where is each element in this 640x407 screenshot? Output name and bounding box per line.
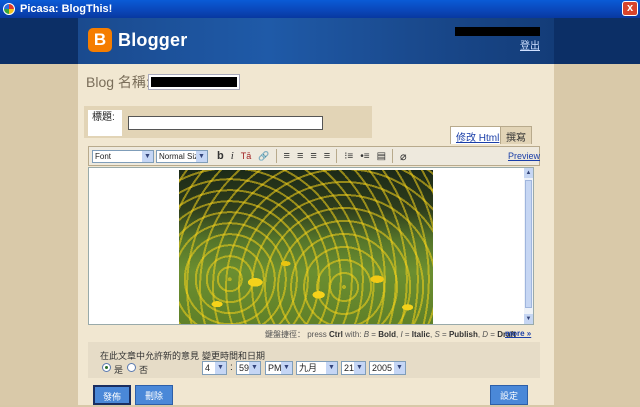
chevron-down-icon: ▼ [196, 150, 207, 162]
blog-name-select[interactable] [148, 74, 240, 90]
shortcut-d-key: D [482, 330, 489, 339]
comments-yes-label: 是 [114, 365, 124, 375]
redacted-blog-name [151, 77, 237, 87]
keyboard-shortcuts-hint: 鍵盤捷徑： press Ctrl with: B = Bold, I = Ita… [265, 330, 516, 339]
post-title-input[interactable] [128, 116, 323, 130]
chevron-down-icon: ▼ [394, 362, 405, 374]
shortcut-i-key: I [400, 330, 403, 339]
blockquote-button[interactable]: ▤ [377, 151, 386, 162]
shortcut-b-action: Bold [378, 330, 396, 339]
size-select[interactable]: Normal Size ▼ [156, 149, 208, 163]
shortcut-s-action: Publish [448, 330, 478, 339]
chevron-down-icon: ▼ [281, 362, 292, 374]
more-shortcuts-link[interactable]: more » [505, 329, 531, 338]
blogger-logo: B Blogger [88, 28, 187, 52]
editor-scrollbar[interactable]: ▲ ▼ [524, 168, 533, 324]
blogger-logo-icon: B [88, 28, 112, 52]
shortcuts-ctrl: Ctrl [329, 330, 343, 339]
shortcut-s-key: S [434, 330, 440, 339]
publish-button[interactable]: 發佈 [93, 385, 131, 405]
bullet-list-button[interactable]: •≡ [360, 151, 369, 162]
numbered-list-button[interactable]: ⁝≡ [344, 151, 353, 162]
bold-button[interactable]: b [217, 150, 224, 162]
tab-compose[interactable]: 撰寫 [500, 126, 532, 144]
time-separator: : [230, 362, 233, 373]
chevron-down-icon: ▼ [326, 362, 337, 374]
toolbar-divider [275, 149, 277, 163]
post-editor[interactable] [88, 167, 534, 325]
ampm-value: PM [268, 363, 282, 373]
blogger-brand: Blogger [118, 29, 188, 50]
remove-format-button[interactable]: ⌀ [400, 150, 407, 163]
shortcuts-with: with: [345, 330, 362, 339]
redacted-username [455, 27, 540, 36]
align-center-button[interactable]: ≡ [297, 150, 303, 162]
minute-value: 59 [239, 363, 250, 373]
preview-link[interactable]: Preview [508, 151, 540, 161]
chevron-down-icon: ▼ [249, 362, 260, 374]
blog-name-label: Blog 名稱: [86, 74, 150, 90]
align-justify-button[interactable]: ≡ [324, 150, 330, 162]
right-margin [554, 18, 640, 405]
year-value: 2005 [372, 363, 393, 373]
ampm-select[interactable]: PM ▼ [265, 361, 293, 375]
scroll-thumb[interactable] [525, 180, 532, 308]
toolbar-divider [392, 149, 394, 163]
chevron-down-icon: ▼ [354, 362, 365, 374]
scroll-up-arrow-icon[interactable]: ▲ [524, 168, 533, 178]
shortcut-b-key: B [363, 330, 370, 339]
year-select[interactable]: 2005 ▼ [369, 361, 406, 375]
comments-yes-radio[interactable] [102, 363, 111, 372]
tab-edit-html[interactable]: 修改 Html [450, 126, 506, 144]
scroll-down-arrow-icon[interactable]: ▼ [524, 314, 533, 324]
shortcut-i-action: Italic [411, 330, 431, 339]
left-margin [0, 18, 78, 405]
chevron-down-icon: ▼ [215, 362, 226, 374]
font-select-value: Font [95, 151, 112, 161]
logout-link[interactable]: 登出 [520, 37, 540, 52]
hour-value: 4 [205, 363, 211, 373]
month-value: 九月 [299, 363, 318, 373]
post-title-label: 標題: [88, 110, 122, 136]
picasa-app-icon [3, 3, 15, 15]
settings-button[interactable]: 設定 [490, 385, 528, 405]
day-select[interactable]: 21 ▼ [341, 361, 366, 375]
editor-toolbar: Font ▼ Normal Size ▼ b i Tā 🔗 ≡ ≡ ≡ ≡ ⁝≡… [88, 146, 540, 166]
hour-select[interactable]: 4 ▼ [202, 361, 227, 375]
toolbar-divider [336, 149, 338, 163]
day-value: 21 [344, 363, 355, 373]
chevron-down-icon: ▼ [142, 150, 153, 162]
window-titlebar: Picasa: BlogThis! x [0, 0, 640, 18]
comments-label: 在此文章中允許新的意見 [100, 351, 200, 361]
text-color-button[interactable]: Tā [241, 151, 252, 161]
align-right-button[interactable]: ≡ [310, 150, 316, 162]
window-title: Picasa: BlogThis! [20, 3, 113, 15]
comments-no-label: 否 [139, 365, 149, 375]
link-button[interactable]: 🔗 [258, 151, 269, 162]
align-left-button[interactable]: ≡ [284, 150, 290, 162]
month-select[interactable]: 九月 ▼ [296, 361, 338, 375]
font-select[interactable]: Font ▼ [92, 149, 154, 163]
minute-select[interactable]: 59 ▼ [236, 361, 261, 375]
dandelion-field-photo [179, 170, 433, 324]
italic-button[interactable]: i [231, 150, 234, 162]
delete-button[interactable]: 刪除 [135, 385, 173, 405]
shortcuts-label: 鍵盤捷徑： [265, 330, 305, 339]
comments-no-radio[interactable] [127, 363, 136, 372]
shortcuts-press: press [307, 330, 327, 339]
window-close-button[interactable]: x [622, 1, 638, 16]
